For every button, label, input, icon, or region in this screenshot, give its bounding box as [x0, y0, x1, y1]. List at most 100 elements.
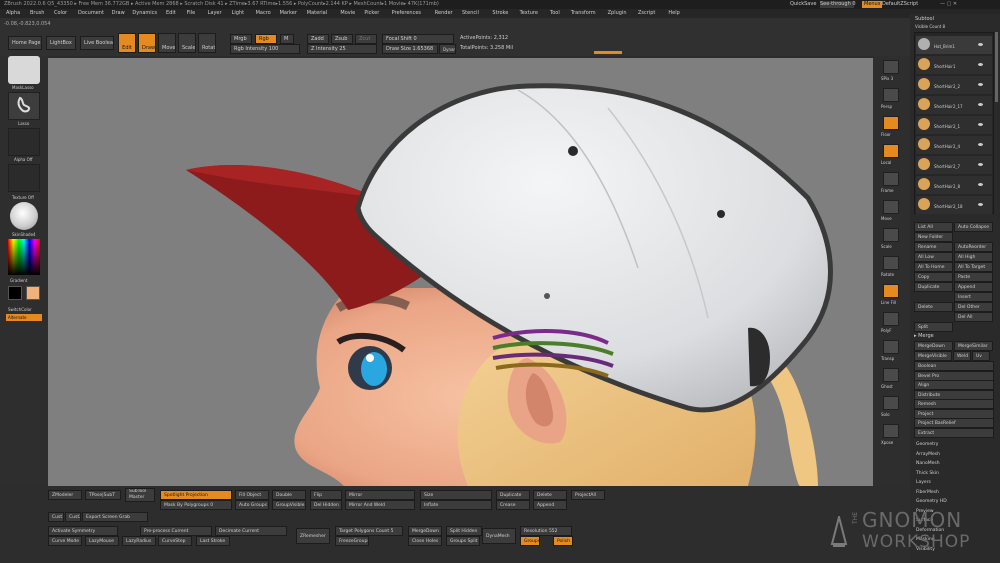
home-page-button[interactable]: Home Page — [8, 36, 42, 50]
rgb-button[interactable]: Rgb — [255, 34, 277, 44]
tool-menu-arraymesh[interactable]: ArrayMesh — [916, 451, 940, 458]
bottom-spotlight-projection-button[interactable]: Spotlight Projection — [160, 490, 232, 500]
bottom-duplicate-button[interactable]: Duplicate — [496, 490, 530, 500]
lightbox-button[interactable]: LightBox — [46, 36, 76, 50]
visibility-eye-icon[interactable] — [978, 183, 983, 186]
tool-menu-geometry-hd[interactable]: Geometry HD — [916, 498, 947, 505]
bottom-groups-button[interactable]: Groups — [520, 536, 540, 546]
bottom-inflate-button[interactable]: Inflate — [420, 500, 492, 510]
bottom-activate-symmetry-button[interactable]: Activate Symmetry — [48, 526, 118, 536]
viewport-canvas[interactable] — [48, 58, 873, 486]
bottom-curve-mode-button[interactable]: Curve Mode — [48, 536, 82, 546]
bottom-zremesher-button[interactable]: ZRemesher — [296, 528, 330, 544]
subtool-del-other-button[interactable]: Del Other — [954, 302, 993, 312]
bottom-freezegroups-button[interactable]: FreezeGroups — [335, 536, 369, 546]
zadd-button[interactable]: Zadd — [307, 34, 329, 44]
bottom-projectall-button[interactable]: ProjectAll — [571, 490, 605, 500]
bottom-groups-split-button[interactable]: Groups Split — [446, 536, 480, 546]
bottom-split-hidden-button[interactable]: Split Hidden — [446, 526, 482, 536]
menu-item-transform[interactable]: Transform — [571, 10, 596, 17]
shelf-line-fill-button[interactable] — [883, 284, 899, 298]
bottom-size-button[interactable]: Size — [420, 490, 492, 500]
menu-item-alpha[interactable]: Alpha — [6, 10, 20, 17]
subtool-item[interactable]: ShortHair2_8 — [916, 176, 992, 194]
menu-item-stroke[interactable]: Stroke — [492, 10, 508, 17]
subtool-menu-extract[interactable]: Extract — [914, 427, 994, 438]
bottom-crease-button[interactable]: Crease — [496, 500, 530, 510]
merge-header[interactable]: ▸ Merge — [914, 333, 934, 340]
subtool-item[interactable]: ShortHair2_4 — [916, 136, 992, 154]
lasso-stroke-icon[interactable] — [8, 92, 40, 120]
menu-item-picker[interactable]: Picker — [364, 10, 379, 17]
merge-uv-button[interactable]: Uv — [972, 351, 990, 361]
quicksave-button[interactable]: QuickSave — [790, 1, 816, 8]
menu-item-zplugin[interactable]: Zplugin — [608, 10, 627, 17]
bottom-tpose-subt-button[interactable]: TPose|SubT — [85, 490, 121, 500]
visibility-eye-icon[interactable] — [978, 43, 983, 46]
bottom-mask-by-polygroups-0-button[interactable]: Mask By Polygroups 0 — [160, 500, 232, 510]
bottom-cust2-button[interactable]: Cust2 — [65, 512, 81, 522]
visibility-eye-icon[interactable] — [978, 83, 983, 86]
visibility-eye-icon[interactable] — [978, 143, 983, 146]
bottom-lazymouse-button[interactable]: LazyMouse — [85, 536, 119, 546]
merge-weld-button[interactable]: Weld — [953, 351, 971, 361]
menu-item-macro[interactable]: Macro — [256, 10, 271, 17]
tool-menu-nanomesh[interactable]: NanoMesh — [916, 460, 940, 467]
shelf-xpose-button[interactable] — [883, 424, 899, 438]
material-sphere-icon[interactable] — [10, 202, 38, 230]
shelf-transp-button[interactable] — [883, 340, 899, 354]
subtool-all-to-target-button[interactable]: All To Target — [954, 262, 993, 272]
menu-item-brush[interactable]: Brush — [30, 10, 44, 17]
subtool-menu-bevel-pro[interactable]: Bevel Pro — [914, 370, 994, 381]
bottom-fill-object-button[interactable]: Fill Object — [235, 490, 269, 500]
bottom-double-button[interactable]: Double — [272, 490, 306, 500]
visibility-eye-icon[interactable] — [978, 103, 983, 106]
m-button[interactable]: M — [280, 34, 294, 44]
menu-item-render[interactable]: Render — [435, 10, 453, 17]
secondary-color-swatch[interactable] — [26, 286, 40, 300]
menu-item-tool[interactable]: Tool — [550, 10, 560, 17]
subtool-menu-remesh[interactable]: Remesh — [914, 399, 994, 409]
visibility-eye-icon[interactable] — [978, 163, 983, 166]
subtool-menu-project-basrelief[interactable]: Project BasRelief — [914, 418, 994, 428]
subtool-all-high-button[interactable]: All High — [954, 252, 993, 262]
subtool-paste-button[interactable]: Paste — [954, 272, 993, 282]
alpha-icon[interactable] — [8, 128, 40, 156]
color-picker[interactable] — [8, 239, 40, 275]
draw-size-slider[interactable]: Draw Size 1.65368 — [382, 44, 438, 54]
bottom-decimate-current-button[interactable]: Decimate Current — [215, 526, 287, 536]
menu-item-texture[interactable]: Texture — [520, 10, 538, 17]
subtool-autoreorder-button[interactable]: AutoReorder — [954, 242, 993, 252]
move-mode-button[interactable]: Move — [158, 33, 176, 53]
subtool-menu-align[interactable]: Align — [914, 380, 994, 390]
subtool-scrollbar[interactable] — [995, 32, 998, 102]
subtool-item[interactable]: ShortHair2_2 — [916, 76, 992, 94]
subtool-insert-button[interactable]: Insert — [954, 292, 993, 302]
shelf-move-button[interactable] — [883, 200, 899, 214]
bottom-auto-groups-button[interactable]: Auto Groups — [235, 500, 269, 510]
menu-item-document[interactable]: Document — [78, 10, 104, 17]
menu-item-color[interactable]: Color — [54, 10, 67, 17]
zsub-button[interactable]: Zsub — [331, 34, 353, 44]
bottom-curvestep-button[interactable]: CurveStep — [158, 536, 192, 546]
menu-item-file[interactable]: File — [187, 10, 195, 17]
subtool-item[interactable]: ShortHair2_1 — [916, 116, 992, 134]
bottom-flip-button[interactable]: Flip — [310, 490, 342, 500]
merge-mergedown-button[interactable]: MergeDown — [914, 341, 953, 351]
bottom-dynamesh-button[interactable]: DynaMesh — [482, 528, 516, 544]
shelf-scale-button[interactable] — [883, 228, 899, 242]
subtool-list-all-button[interactable]: List All — [914, 222, 953, 232]
subtool-item[interactable]: ShortHair2_7 — [916, 156, 992, 174]
shelf-persp-button[interactable] — [883, 88, 899, 102]
bottom-delete-button[interactable]: Delete — [533, 490, 567, 500]
bottom-lazyradius-button[interactable]: LazyRadius — [122, 536, 156, 546]
subtool-del-all-button[interactable]: Del All — [954, 312, 993, 322]
subtool-copy-button[interactable]: Copy — [914, 272, 953, 282]
subtool-duplicate-button[interactable]: Duplicate — [914, 282, 953, 292]
shelf-floor-button[interactable] — [883, 116, 899, 130]
texture-icon[interactable] — [8, 164, 40, 192]
primary-color-swatch[interactable] — [8, 286, 22, 300]
menu-item-draw[interactable]: Draw — [112, 10, 125, 17]
bottom-polish-button[interactable]: Polish — [553, 536, 573, 546]
bottom-target-polygons-count-5-button[interactable]: Target Polygons Count 5 — [335, 526, 403, 536]
